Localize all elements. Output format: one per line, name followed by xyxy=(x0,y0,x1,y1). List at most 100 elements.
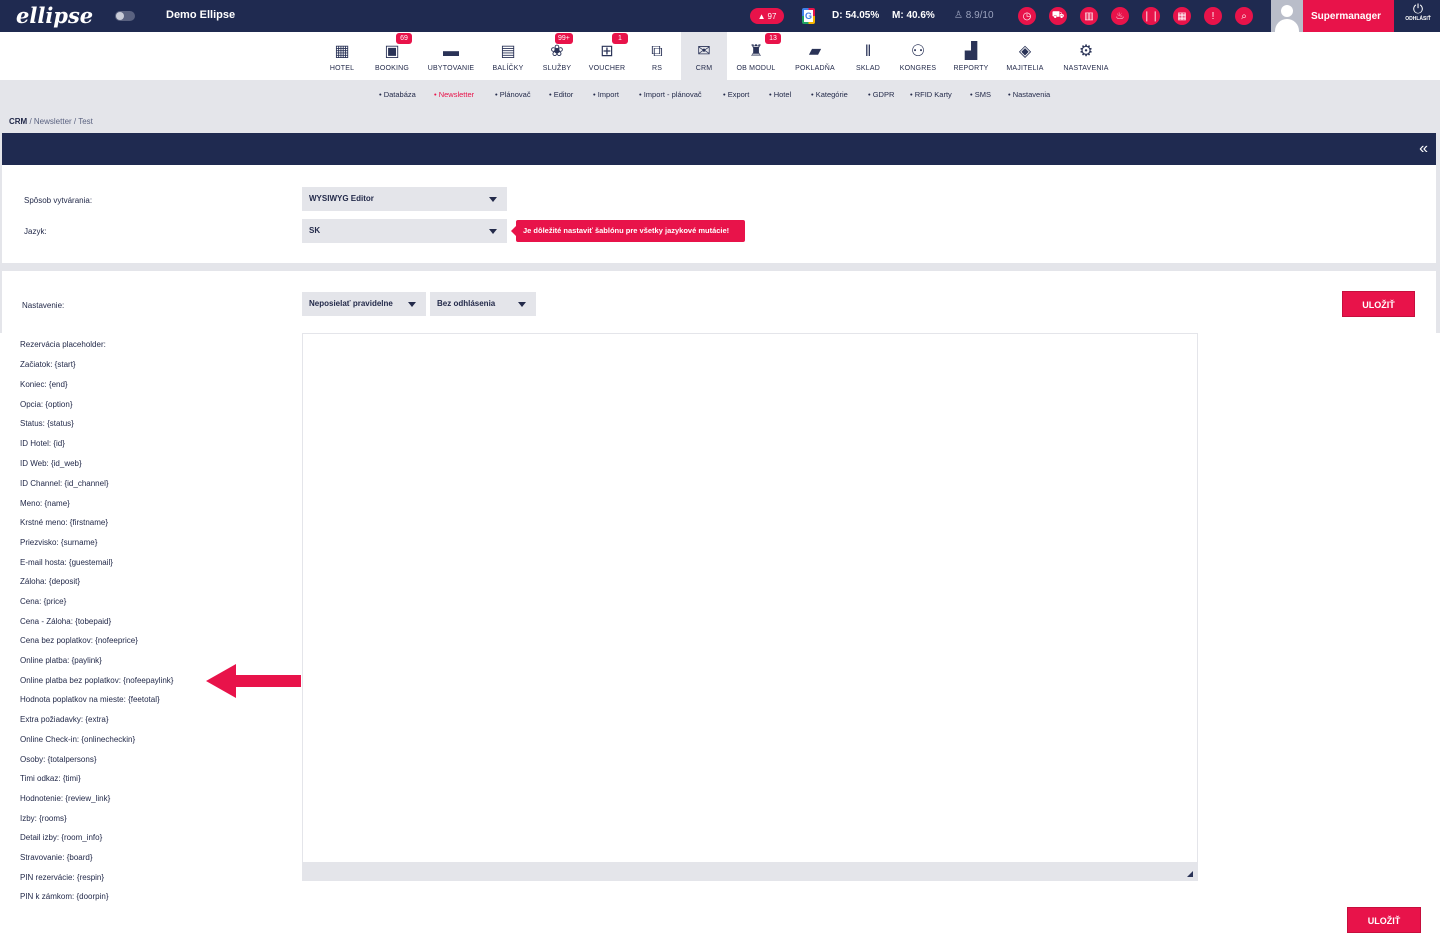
placeholder-item: Timi odkaz: {timi} xyxy=(20,774,81,783)
module-voucher[interactable]: 1 ⊞ VOUCHER xyxy=(587,32,628,80)
save-button-bottom[interactable]: ULOŽIŤ xyxy=(1347,907,1421,933)
subnav-export[interactable]: • Export xyxy=(723,90,749,99)
demo-label: Demo Ellipse xyxy=(166,9,236,21)
module-booking[interactable]: 69 ▣ BOOKING xyxy=(372,32,412,80)
placeholder-item: Osoby: {totalpersons} xyxy=(20,755,97,764)
placeholder-item: ID Hotel: {id} xyxy=(20,439,65,448)
subnav-planovac[interactable]: • Plánovač xyxy=(495,90,531,99)
logout-button[interactable]: ⏻ ODHLÁSIŤ xyxy=(1400,2,1436,30)
demo-toggle[interactable] xyxy=(115,11,135,21)
module-label: OB MODUL xyxy=(736,65,776,72)
subnav-kategorie[interactable]: • Kategórie xyxy=(811,90,848,99)
module-rs[interactable]: ⧉ RS xyxy=(640,32,674,80)
reply-all-icon[interactable]: « xyxy=(1419,141,1428,157)
bed-icon: ▬ xyxy=(443,43,459,60)
placeholder-item: Online Check-in: {onlinecheckin} xyxy=(20,735,136,744)
chart-icon[interactable]: ▥ xyxy=(1080,7,1098,25)
restaurant-icon[interactable]: ♨ xyxy=(1111,7,1129,25)
voucher-badge: 1 xyxy=(612,33,628,44)
module-majitelia[interactable]: ◈ MAJITELIA xyxy=(1003,32,1047,80)
module-sklad[interactable]: ‖ SKLAD xyxy=(852,32,884,80)
subnav-hotel[interactable]: • Hotel xyxy=(769,90,791,99)
module-nastavenia[interactable]: ⚙ NASTAVENIA xyxy=(1060,32,1112,80)
chevron-down-icon xyxy=(489,197,497,202)
module-hotel[interactable]: ▦ HOTEL xyxy=(325,32,359,80)
placeholder-item: ID Web: {id_web} xyxy=(20,459,82,468)
package-icon: ▤ xyxy=(500,43,516,60)
module-label: UBYTOVANIE xyxy=(427,65,475,72)
subnav-rfid-karty[interactable]: • RFID Karty xyxy=(910,90,952,99)
module-ob-modul[interactable]: 13 ♜ OB MODUL xyxy=(733,32,781,80)
ellipse-logo[interactable]: ellipse xyxy=(16,3,93,28)
module-crm[interactable]: ✉ CRM xyxy=(681,32,727,80)
schedule-select[interactable]: Neposielať pravidelne xyxy=(302,292,426,316)
car-icon[interactable]: ⛟ xyxy=(1049,7,1067,25)
logo-text: ellipse xyxy=(16,3,94,28)
cutlery-icon[interactable]: ❘❘ xyxy=(1142,7,1160,25)
placeholder-item: Priezvisko: {surname} xyxy=(20,538,98,547)
handshake-icon: ◈ xyxy=(1018,43,1032,60)
wysiwyg-editor[interactable] xyxy=(302,333,1198,881)
placeholder-item: Hodnota poplatkov na mieste: {feetotal} xyxy=(20,695,160,704)
sluzby-badge: 99+ xyxy=(555,33,573,44)
module-label: BALÍČKY xyxy=(492,65,524,72)
alerts-count: 97 xyxy=(767,11,777,21)
chevron-down-icon xyxy=(408,302,416,307)
placeholder-item: Extra požiadavky: {extra} xyxy=(20,715,109,724)
subnav-gdpr[interactable]: • GDPR xyxy=(868,90,894,99)
warning-icon: ▲ xyxy=(757,11,766,21)
alerts-badge[interactable]: ▲ 97 xyxy=(750,8,784,24)
section-header: « xyxy=(2,133,1436,165)
creation-select[interactable]: WYSIWYG Editor xyxy=(302,187,507,211)
occupancy-day: D: 54.05% xyxy=(832,10,880,21)
module-kongres[interactable]: ⚇ KONGRES xyxy=(897,32,939,80)
creation-panel xyxy=(2,165,1436,263)
language-select[interactable]: SK xyxy=(302,219,507,243)
rating: ♙ 8.9/10 xyxy=(954,10,994,21)
module-balicky[interactable]: ▤ BALÍČKY xyxy=(489,32,527,80)
spa-icon: ❀ xyxy=(550,43,564,60)
subnav-newsletter[interactable]: • Newsletter xyxy=(434,90,474,99)
editor-statusbar xyxy=(303,862,1197,880)
module-label: NASTAVENIA xyxy=(1063,65,1109,72)
module-label: KONGRES xyxy=(899,65,937,72)
resize-handle-icon[interactable] xyxy=(1187,871,1193,877)
placeholder-item: Status: {status} xyxy=(20,419,74,428)
top-bar: ellipse Demo Ellipse ▲97 D: 54.05% M: 40… xyxy=(0,0,1440,32)
placeholder-item: ID Channel: {id_channel} xyxy=(20,479,109,488)
subnav-sms[interactable]: • SMS xyxy=(970,90,991,99)
arrow-left-icon xyxy=(206,664,301,698)
creation-value: WYSIWYG Editor xyxy=(309,194,374,203)
placeholder-item: Rezervácia placeholder: xyxy=(20,340,106,349)
alert-icon[interactable]: ! xyxy=(1204,7,1222,25)
module-pokladna[interactable]: ▰ POKLADŇA xyxy=(792,32,838,80)
clock-24-icon[interactable]: ◷ xyxy=(1018,7,1036,25)
module-label: HOTEL xyxy=(329,65,355,72)
subnav-databaza[interactable]: • Databáza xyxy=(379,90,416,99)
placeholder-item: Koniec: {end} xyxy=(20,380,68,389)
module-sluzby[interactable]: 99+ ❀ SLUŽBY xyxy=(539,32,575,80)
code-icon: ⧉ xyxy=(651,43,663,60)
subnav-editor[interactable]: • Editor xyxy=(549,90,573,99)
google-icon[interactable] xyxy=(802,8,815,24)
booking-badge: 69 xyxy=(396,33,412,44)
unsubscribe-select[interactable]: Bez odhlásenia xyxy=(430,292,536,316)
gears-icon: ⚙ xyxy=(1078,43,1094,60)
chevron-down-icon xyxy=(489,229,497,234)
store-icon: ♜ xyxy=(748,43,764,60)
schedule-value: Neposielať pravidelne xyxy=(309,299,393,308)
breadcrumb-root[interactable]: CRM xyxy=(9,117,27,126)
subnav-nastavenia[interactable]: • Nastavenia xyxy=(1008,90,1050,99)
module-label: SKLAD xyxy=(856,65,880,72)
save-button-top[interactable]: ULOŽIŤ xyxy=(1342,291,1415,317)
calendar-icon[interactable]: ▦ xyxy=(1173,7,1191,25)
subnav-import-planovac[interactable]: • Import - plánovač xyxy=(639,90,702,99)
module-reporty[interactable]: ▟ REPORTY xyxy=(951,32,991,80)
rating-value: 8.9/10 xyxy=(965,10,994,21)
subnav-import[interactable]: • Import xyxy=(593,90,619,99)
search-icon[interactable]: ⌕ xyxy=(1235,7,1253,25)
module-label: VOUCHER xyxy=(588,65,626,72)
module-ubytovanie[interactable]: ▬ UBYTOVANIE xyxy=(426,32,476,80)
module-label: RS xyxy=(651,65,663,72)
user-menu[interactable]: Supermanager xyxy=(1271,0,1394,32)
